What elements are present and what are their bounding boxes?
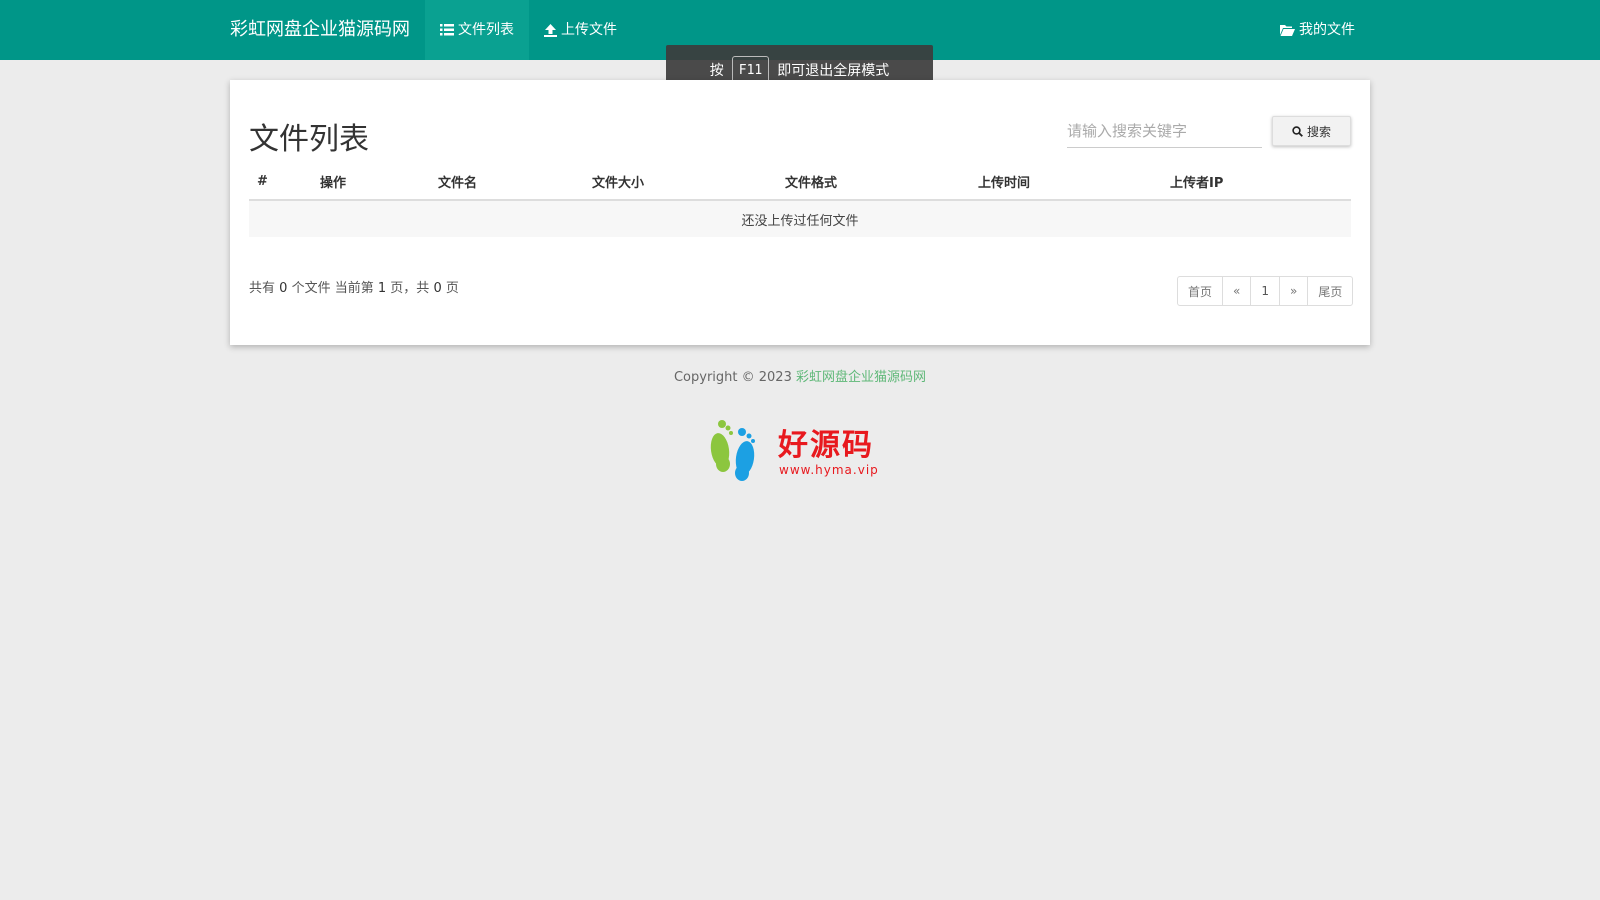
table-row: 还没上传过任何文件 [249, 200, 1351, 237]
file-count: 0 [279, 281, 288, 296]
column-header-filename: 文件名 [430, 164, 584, 201]
file-table: # 操作 文件名 文件大小 文件格式 上传时间 上传者IP 还没上传过任何文件 [249, 164, 1351, 237]
nav-file-list-label: 文件列表 [458, 22, 514, 38]
brand-title[interactable]: 彩虹网盘企业猫源码网 [230, 0, 410, 60]
nav-my-files-label: 我的文件 [1299, 22, 1355, 38]
folder-open-icon [1280, 24, 1295, 36]
summary-text: 页，共 [390, 281, 430, 296]
page-title: 文件列表 [249, 122, 369, 157]
copyright-text: Copyright © 2023 [673, 370, 792, 385]
nav-upload-label: 上传文件 [561, 22, 617, 38]
toast-prefix: 按 [709, 63, 724, 79]
empty-message: 还没上传过任何文件 [249, 200, 1351, 237]
file-list-panel: 文件列表 搜索 # 操作 文件名 文件大小 文件格式 上传时间 上传者IP 还没… [230, 80, 1370, 345]
next-page-button[interactable]: » [1279, 277, 1307, 305]
summary-text: 页 [445, 281, 459, 296]
logo-url: www.hyma.vip [779, 463, 879, 477]
footer-site-link[interactable]: 彩虹网盘企业猫源码网 [796, 370, 926, 385]
first-page-button[interactable]: 首页 [1178, 277, 1222, 305]
prev-page-button[interactable]: « [1222, 277, 1250, 305]
column-header-upload-time: 上传时间 [970, 164, 1162, 201]
footer: Copyright © 2023 彩虹网盘企业猫源码网 [0, 366, 1600, 385]
column-header-action: 操作 [312, 164, 430, 201]
total-pages: 0 [433, 281, 442, 296]
toast-message: 即可退出全屏模式 [777, 63, 890, 79]
column-header-format: 文件格式 [777, 164, 970, 201]
nav-upload[interactable]: 上传文件 [529, 0, 632, 60]
nav-file-list[interactable]: 文件列表 [425, 0, 529, 60]
last-page-button[interactable]: 尾页 [1307, 277, 1352, 305]
current-page: 1 [377, 281, 387, 296]
file-summary: 共有 0 个文件 当前第 1 页，共 0 页 [249, 277, 459, 296]
search-button-label: 搜索 [1306, 124, 1331, 139]
page-number-button[interactable]: 1 [1250, 277, 1279, 305]
search-icon [1292, 125, 1303, 137]
table-header-row: # 操作 文件名 文件大小 文件格式 上传时间 上传者IP [249, 164, 1351, 201]
summary-text: 个文件 当前第 [291, 281, 374, 296]
nav-my-files[interactable]: 我的文件 [1265, 0, 1370, 60]
upload-icon [544, 23, 557, 37]
column-header-index: # [249, 164, 312, 201]
search-input[interactable] [1067, 114, 1262, 148]
list-icon [440, 24, 454, 36]
watermark-logo: 好源码 www.hyma.vip [704, 414, 890, 486]
column-header-filesize: 文件大小 [584, 164, 777, 201]
column-header-uploader-ip: 上传者IP [1162, 164, 1351, 201]
footprint-icon [710, 420, 755, 481]
pagination: 首页 « 1 » 尾页 [1177, 276, 1354, 306]
search-button[interactable]: 搜索 [1272, 116, 1351, 146]
logo-text: 好源码 [778, 428, 874, 463]
summary-text: 共有 [249, 281, 276, 296]
